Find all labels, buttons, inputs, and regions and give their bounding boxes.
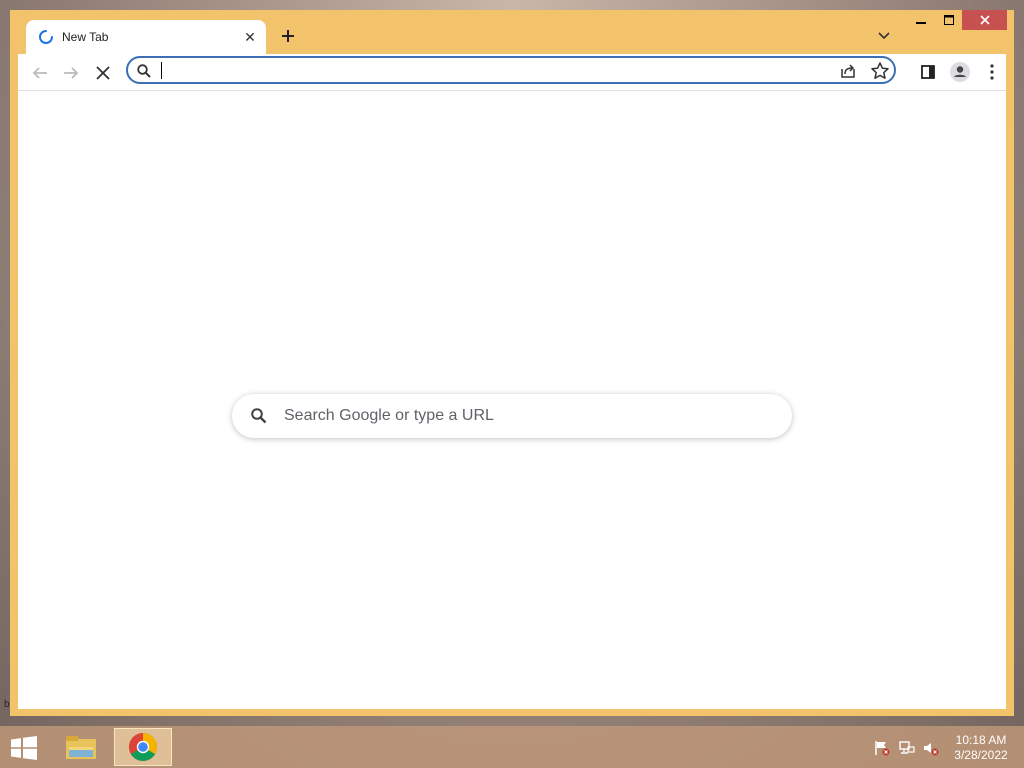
browser-toolbar (18, 54, 1006, 91)
loading-spinner-icon (39, 30, 53, 44)
taskbar: 10:18 AM 3/28/2022 (0, 726, 1024, 768)
search-icon (251, 408, 267, 424)
search-icon (137, 64, 151, 78)
maximize-icon (944, 15, 954, 25)
back-button[interactable] (27, 60, 53, 86)
side-panel-icon (921, 65, 935, 79)
desktop-label: b (4, 699, 10, 710)
volume-muted-icon[interactable] (922, 739, 940, 757)
file-explorer-taskbar-button[interactable] (52, 728, 110, 766)
new-tab-button[interactable] (274, 24, 302, 48)
clock-date: 3/28/2022 (954, 748, 1008, 762)
tab-new-tab[interactable]: New Tab ✕ (26, 20, 266, 54)
address-bar[interactable] (126, 56, 896, 84)
back-arrow-icon (32, 67, 47, 79)
chevron-down-icon (878, 32, 890, 40)
star-icon[interactable] (870, 61, 890, 81)
stop-button[interactable] (90, 60, 116, 86)
windows-start-icon[interactable] (10, 736, 38, 760)
forward-button[interactable] (58, 60, 84, 86)
page-content: Search Google or type a URL (18, 91, 1006, 709)
tab-search-button[interactable] (872, 24, 896, 48)
kebab-menu-icon (990, 64, 994, 80)
action-center-flag-icon[interactable] (873, 739, 891, 757)
clock-time: 10:18 AM (955, 733, 1007, 747)
profile-icon (950, 62, 970, 82)
forward-arrow-icon (64, 67, 79, 79)
close-window-button[interactable] (962, 10, 1007, 30)
folder-icon (66, 736, 96, 759)
share-icon[interactable] (838, 61, 858, 81)
profile-button[interactable] (948, 60, 972, 84)
text-caret (161, 62, 162, 79)
chrome-icon (129, 733, 157, 761)
tab-close-button[interactable]: ✕ (236, 25, 264, 49)
chrome-taskbar-button[interactable] (114, 728, 172, 766)
system-clock[interactable]: 10:18 AM 3/28/2022 (944, 733, 1018, 763)
tab-title: New Tab (62, 30, 109, 44)
title-bar[interactable]: New Tab ✕ (10, 10, 1014, 54)
close-icon (979, 15, 990, 25)
minimize-button[interactable] (908, 10, 934, 30)
ntp-search-placeholder: Search Google or type a URL (284, 407, 494, 424)
side-panel-button[interactable] (916, 60, 940, 84)
browser-window: New Tab ✕ Search Google or type a URL (10, 10, 1014, 716)
stop-icon (96, 66, 110, 80)
plus-icon (282, 30, 294, 42)
maximize-button[interactable] (936, 10, 962, 30)
network-icon[interactable] (898, 739, 916, 757)
minimize-icon (916, 22, 926, 24)
menu-button[interactable] (980, 60, 1004, 84)
address-input[interactable] (160, 61, 824, 81)
ntp-search-box[interactable]: Search Google or type a URL (232, 394, 792, 438)
